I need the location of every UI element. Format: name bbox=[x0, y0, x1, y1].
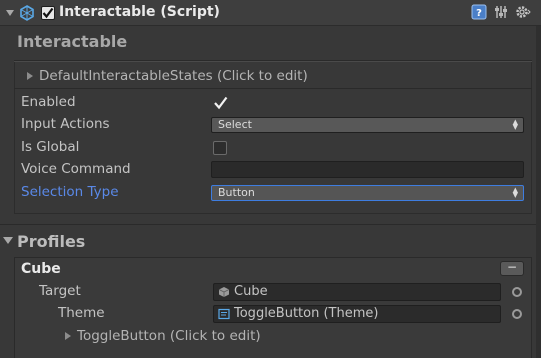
target-picker-icon[interactable] bbox=[512, 287, 522, 297]
states-divider bbox=[14, 88, 532, 89]
is-global-checkbox[interactable] bbox=[213, 141, 227, 155]
selection-type-value: Button bbox=[218, 186, 255, 199]
profile-name: Cube bbox=[21, 261, 61, 277]
voice-command-field[interactable] bbox=[211, 161, 524, 178]
theme-label: Theme bbox=[58, 305, 105, 321]
dropdown-arrows-icon: ▲ ▼ bbox=[512, 118, 518, 131]
theme-picker-icon[interactable] bbox=[512, 309, 522, 319]
theme-foldout-label[interactable]: ToggleButton (Click to edit) bbox=[77, 328, 261, 344]
target-label: Target bbox=[39, 283, 81, 299]
states-foldout-arrow-icon[interactable] bbox=[27, 72, 33, 80]
component-enabled-checkbox[interactable] bbox=[41, 6, 55, 20]
profiles-section-title: Profiles bbox=[17, 232, 86, 251]
profiles-top-divider bbox=[0, 224, 541, 225]
scriptable-object-icon bbox=[218, 308, 230, 320]
target-object-field[interactable]: Cube bbox=[213, 283, 501, 301]
component-title: Interactable (Script) bbox=[59, 4, 220, 20]
gameobject-cube-icon bbox=[218, 287, 230, 297]
is-global-label: Is Global bbox=[21, 139, 80, 155]
svg-text:?: ? bbox=[476, 8, 482, 19]
theme-value: ToggleButton (Theme) bbox=[234, 306, 379, 321]
remove-profile-button[interactable]: − bbox=[500, 261, 524, 276]
enabled-label: Enabled bbox=[21, 94, 76, 110]
theme-foldout-arrow-icon[interactable] bbox=[65, 332, 71, 340]
gear-icon[interactable] bbox=[514, 3, 532, 21]
input-actions-label: Input Actions bbox=[21, 116, 110, 132]
target-value: Cube bbox=[234, 284, 268, 299]
selection-type-label: Selection Type bbox=[21, 184, 119, 200]
help-book-icon[interactable]: ? bbox=[471, 4, 487, 20]
profiles-foldout-arrow-icon[interactable] bbox=[3, 237, 13, 244]
checkmark-icon bbox=[42, 7, 54, 19]
scrollbar-track[interactable] bbox=[536, 26, 541, 358]
input-actions-dropdown[interactable]: Select ▲ ▼ bbox=[211, 117, 524, 133]
input-actions-value: Select bbox=[218, 118, 252, 131]
preset-sliders-icon[interactable] bbox=[493, 4, 509, 20]
script-cube-icon bbox=[20, 5, 34, 21]
checkmark-icon bbox=[214, 96, 228, 110]
selection-type-dropdown[interactable]: Button ▲ ▼ bbox=[211, 185, 524, 201]
theme-object-field[interactable]: ToggleButton (Theme) bbox=[213, 305, 501, 323]
component-foldout-arrow-icon[interactable] bbox=[6, 10, 14, 16]
states-foldout-label[interactable]: DefaultInteractableStates (Click to edit… bbox=[39, 68, 308, 84]
enabled-checkbox[interactable] bbox=[213, 95, 228, 110]
interactable-section-title: Interactable bbox=[17, 32, 128, 51]
dropdown-arrows-icon: ▲ ▼ bbox=[512, 186, 518, 199]
voice-command-label: Voice Command bbox=[21, 161, 131, 177]
